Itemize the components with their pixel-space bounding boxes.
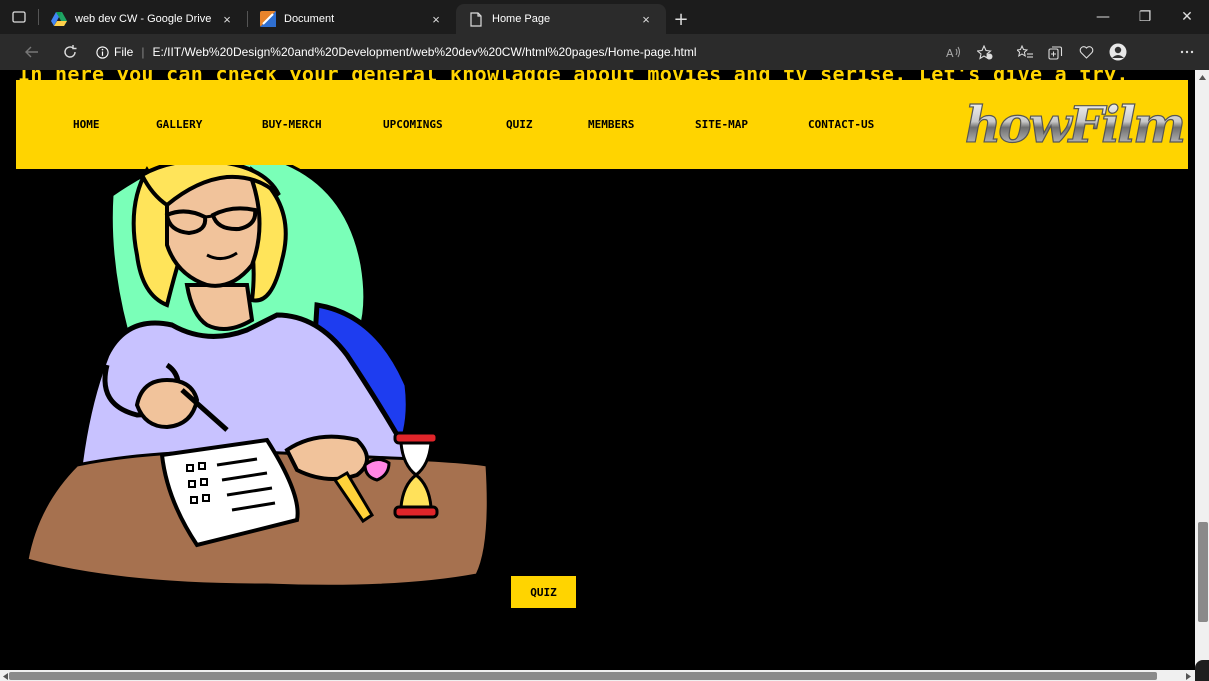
url-divider: | xyxy=(141,45,145,59)
settings-more-button[interactable] xyxy=(1172,34,1202,70)
back-arrow-icon xyxy=(25,46,38,58)
new-tab-button[interactable]: + xyxy=(666,4,696,34)
tab-actions-button[interactable] xyxy=(0,0,38,34)
heart-pulse-icon xyxy=(1079,46,1093,59)
more-dots-icon xyxy=(1180,50,1194,54)
vertical-scrollbar[interactable] xyxy=(1195,70,1209,670)
add-favorite-button[interactable] xyxy=(970,34,1000,70)
tab-title: Document xyxy=(284,13,335,25)
tab-close-button[interactable]: × xyxy=(428,12,444,27)
url-field[interactable]: File | E:/IIT/Web%20Design%20and%20Devel… xyxy=(96,38,936,66)
tab-document[interactable]: Document × xyxy=(248,4,456,34)
site-logo[interactable]: howFilm xyxy=(964,86,1184,164)
collections-button[interactable] xyxy=(1040,34,1070,70)
page-viewport: In here you can check your general knowl… xyxy=(7,70,1195,670)
refresh-icon xyxy=(64,45,77,58)
nav-contact-us[interactable]: CONTACT-US xyxy=(808,118,874,131)
vertical-scroll-thumb[interactable] xyxy=(1198,522,1208,622)
profile-button[interactable] xyxy=(1103,34,1133,70)
tab-close-button[interactable]: × xyxy=(638,12,654,27)
quiz-button[interactable]: QUIZ xyxy=(511,576,576,608)
read-aloud-icon: A xyxy=(946,46,960,58)
scroll-up-arrow-icon[interactable] xyxy=(1195,70,1209,84)
logo-wordmark: howFilm xyxy=(965,95,1183,154)
quiz-illustration xyxy=(25,165,490,588)
close-window-button[interactable]: ✕ xyxy=(1166,0,1208,34)
scroll-left-arrow-icon[interactable] xyxy=(1,671,9,681)
site-navbar: HOME GALLERY BUY-MERCH UPCOMINGS QUIZ ME… xyxy=(16,80,1188,169)
horizontal-scroll-thumb[interactable] xyxy=(9,672,1157,680)
star-add-icon xyxy=(977,44,993,60)
nav-members[interactable]: MEMBERS xyxy=(588,118,634,131)
browser-essentials-button[interactable] xyxy=(1071,34,1101,70)
back-button[interactable] xyxy=(14,34,50,70)
tab-title: Home Page xyxy=(492,13,551,25)
tab-close-button[interactable]: × xyxy=(219,12,235,27)
tab-title: web dev CW - Google Drive xyxy=(75,13,212,25)
nav-buy-merch[interactable]: BUY-MERCH xyxy=(262,118,322,131)
nav-home[interactable]: HOME xyxy=(73,118,100,131)
tab-bar: web dev CW - Google Drive × Document × H… xyxy=(0,0,1209,34)
scroll-right-arrow-icon[interactable] xyxy=(1184,671,1192,681)
horizontal-scrollbar[interactable] xyxy=(0,670,1195,681)
read-aloud-button[interactable]: A xyxy=(939,34,969,70)
tab-actions-icon xyxy=(12,11,26,23)
url-text: E:/IIT/Web%20Design%20and%20Development/… xyxy=(152,45,697,59)
info-icon xyxy=(96,45,109,59)
nav-site-map[interactable]: SITE-MAP xyxy=(695,118,748,131)
site-info-label: File xyxy=(114,45,134,59)
restore-button[interactable]: ❐ xyxy=(1124,0,1166,34)
tab-home-page[interactable]: Home Page × xyxy=(456,4,666,34)
nav-upcomings[interactable]: UPCOMINGS xyxy=(383,118,443,131)
google-drive-icon xyxy=(51,11,67,27)
document-app-icon xyxy=(260,11,276,27)
tab-google-drive[interactable]: web dev CW - Google Drive × xyxy=(39,4,247,34)
collections-icon xyxy=(1047,45,1062,60)
minimize-button[interactable]: — xyxy=(1082,0,1124,34)
scroll-corner xyxy=(1195,660,1209,681)
nav-gallery[interactable]: GALLERY xyxy=(156,118,202,131)
favorites-list-icon xyxy=(1017,45,1033,58)
svg-text:A: A xyxy=(946,47,954,58)
favorites-button[interactable] xyxy=(1010,34,1040,70)
nav-quiz[interactable]: QUIZ xyxy=(506,118,533,131)
site-info-button[interactable]: File xyxy=(96,45,133,59)
refresh-button[interactable] xyxy=(52,34,88,70)
page-left-edge xyxy=(0,70,7,681)
avatar-icon xyxy=(1109,43,1127,61)
page-icon xyxy=(468,11,484,27)
